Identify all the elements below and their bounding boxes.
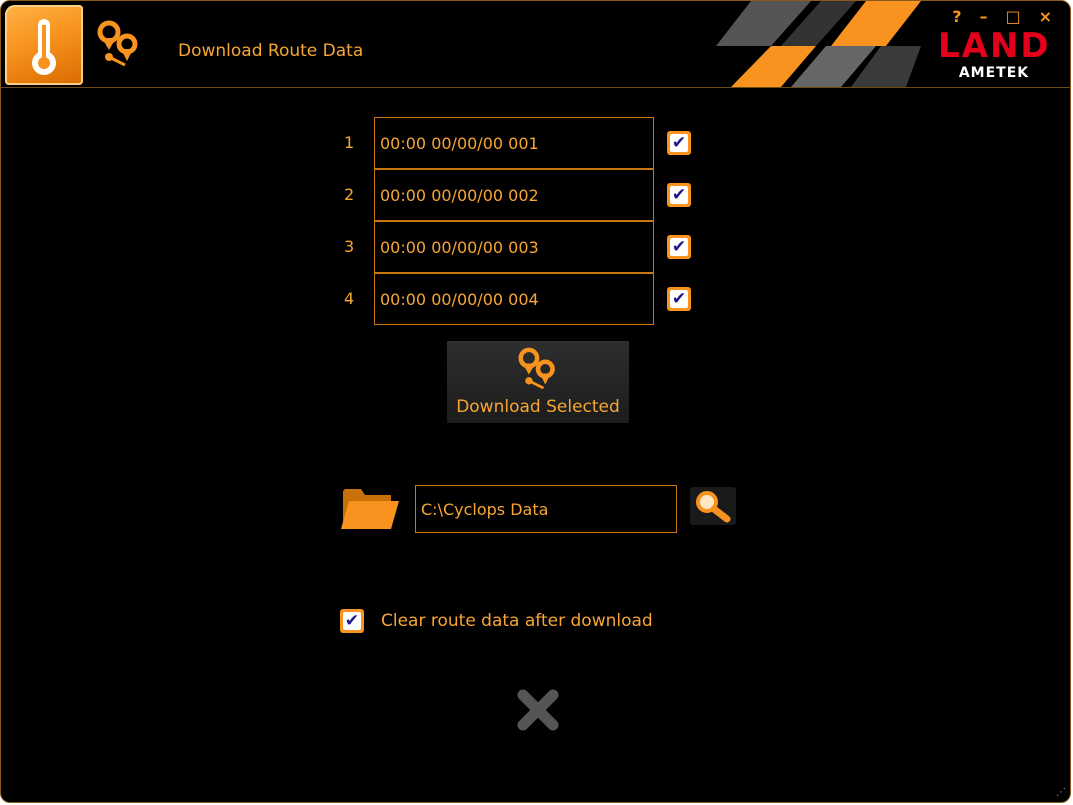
thermometer-app-icon[interactable] bbox=[5, 5, 83, 85]
close-window-button[interactable]: × bbox=[1039, 7, 1052, 26]
window-title: Download Route Data bbox=[178, 41, 364, 61]
window-controls: ? – □ × bbox=[952, 7, 1052, 26]
route-row-4: 4 00:00 00/00/00 004 ✔ bbox=[331, 273, 711, 325]
decorative-stripes bbox=[716, 1, 921, 87]
route-number: 2 bbox=[344, 185, 355, 204]
checkmark-icon: ✔ bbox=[343, 611, 361, 631]
help-button[interactable]: ? bbox=[952, 7, 961, 26]
route-checkbox-4[interactable]: ✔ bbox=[667, 287, 691, 311]
route-number: 3 bbox=[344, 237, 355, 256]
route-checkbox-3[interactable]: ✔ bbox=[667, 235, 691, 259]
checkmark-icon: ✔ bbox=[670, 289, 688, 309]
clear-data-checkbox[interactable]: ✔ bbox=[340, 609, 364, 633]
route-pins-icon bbox=[518, 347, 555, 390]
route-checkbox-1[interactable]: ✔ bbox=[667, 131, 691, 155]
checkmark-icon: ✔ bbox=[670, 237, 688, 257]
title-bar[interactable]: Download Route Data ? – □ × LAND AMETEK bbox=[1, 1, 1070, 88]
route-checkbox-2[interactable]: ✔ bbox=[667, 183, 691, 207]
maximize-button[interactable]: □ bbox=[1005, 7, 1020, 26]
route-row-1: 1 00:00 00/00/00 001 ✔ bbox=[331, 117, 711, 169]
download-selected-button[interactable]: Download Selected bbox=[447, 341, 629, 423]
route-field-3[interactable]: 00:00 00/00/00 003 bbox=[374, 221, 654, 273]
folder-icon[interactable] bbox=[341, 483, 399, 531]
close-icon[interactable] bbox=[516, 688, 560, 732]
logo-brand: LAND bbox=[938, 26, 1051, 66]
land-ametek-logo: LAND AMETEK bbox=[938, 29, 1050, 89]
minimize-button[interactable]: – bbox=[979, 7, 987, 26]
route-field-4[interactable]: 00:00 00/00/00 004 bbox=[374, 273, 654, 325]
route-number: 4 bbox=[344, 289, 355, 308]
dialog-window: Download Route Data ? – □ × LAND AMETEK … bbox=[0, 0, 1071, 803]
route-pins-icon bbox=[97, 19, 141, 69]
route-row-3: 3 00:00 00/00/00 003 ✔ bbox=[331, 221, 711, 273]
route-number: 1 bbox=[344, 133, 355, 152]
resize-grip-icon[interactable]: ⋰ bbox=[1056, 787, 1066, 798]
download-selected-label: Download Selected bbox=[456, 397, 620, 417]
route-field-1[interactable]: 00:00 00/00/00 001 bbox=[374, 117, 654, 169]
route-row-2: 2 00:00 00/00/00 002 ✔ bbox=[331, 169, 711, 221]
clear-data-label: Clear route data after download bbox=[381, 611, 653, 631]
search-icon bbox=[696, 491, 731, 523]
logo-sub: AMETEK bbox=[958, 65, 1030, 81]
checkmark-icon: ✔ bbox=[670, 185, 688, 205]
folder-path-input[interactable]: C:\Cyclops Data bbox=[415, 485, 677, 533]
route-field-2[interactable]: 00:00 00/00/00 002 bbox=[374, 169, 654, 221]
checkmark-icon: ✔ bbox=[670, 133, 688, 153]
browse-button[interactable] bbox=[690, 487, 736, 525]
